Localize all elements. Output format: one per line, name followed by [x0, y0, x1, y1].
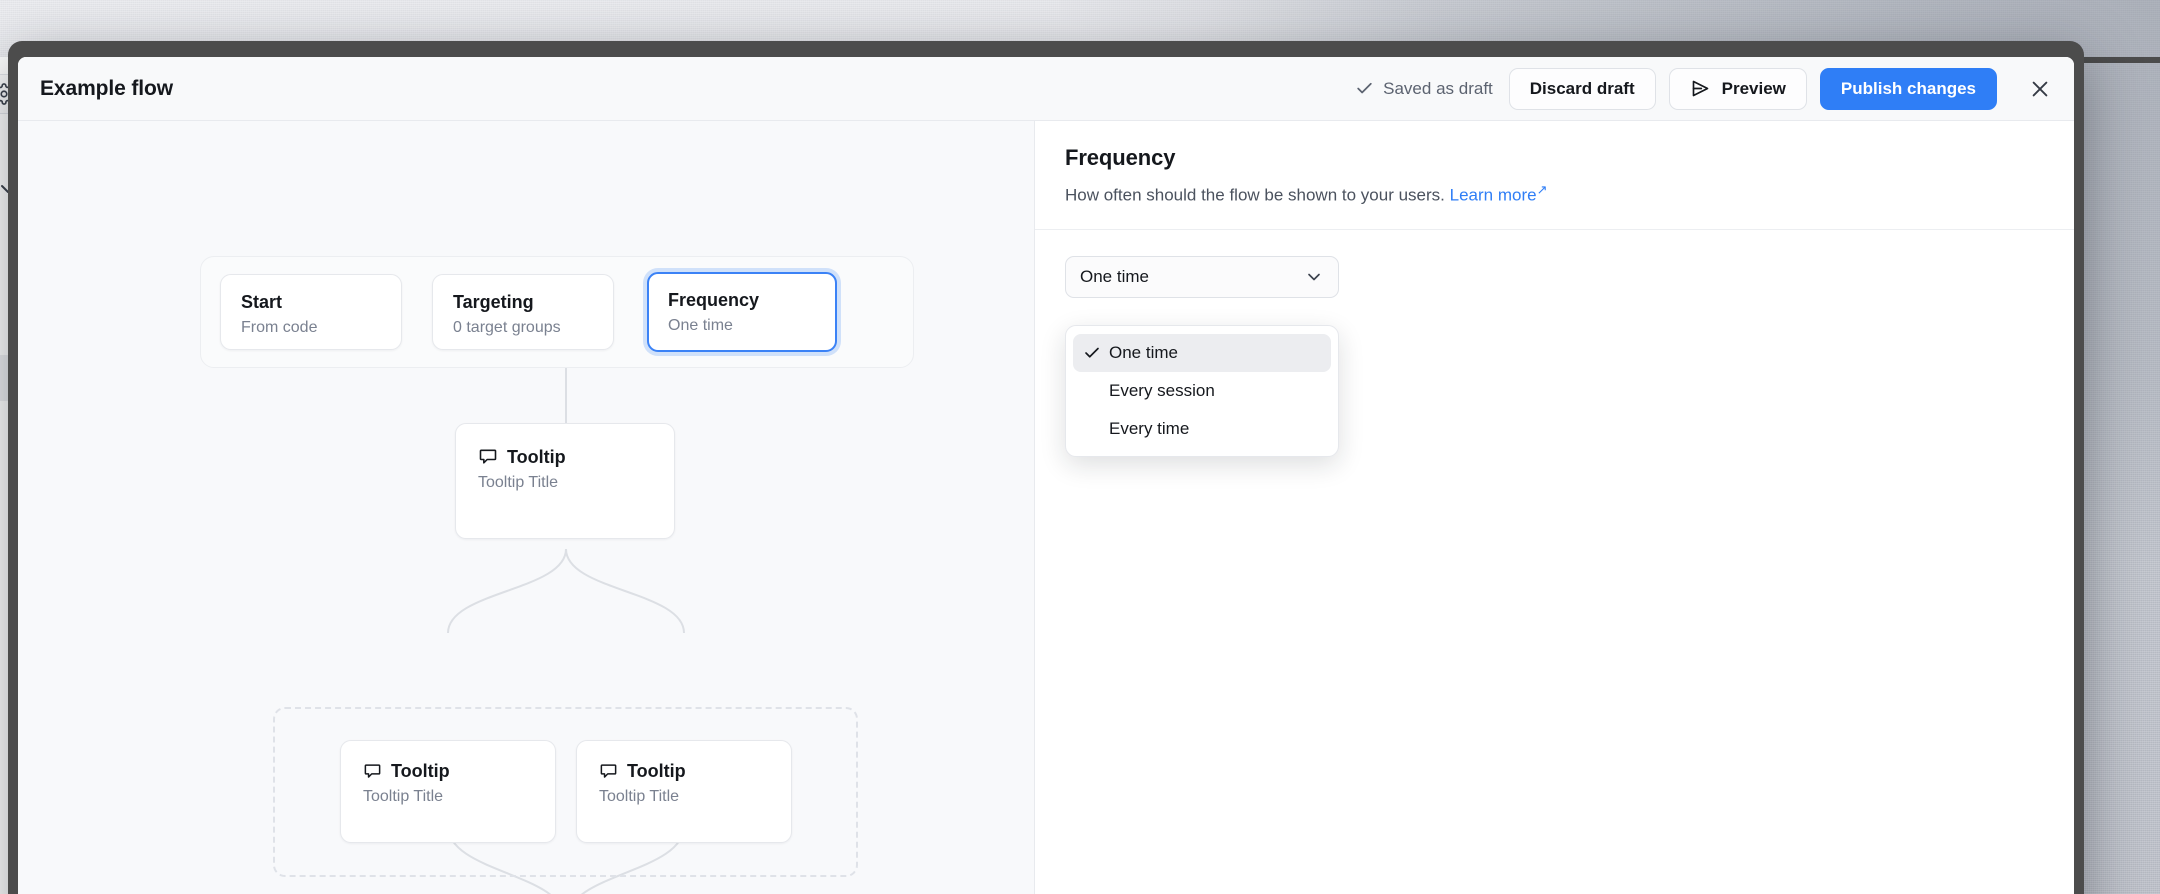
check-icon: [1083, 344, 1109, 362]
node-title-row: Tooltip: [599, 760, 769, 783]
modal-body: Start From code Targeting 0 target group…: [18, 121, 2074, 894]
node-subtitle: From code: [241, 318, 318, 336]
learn-more-link[interactable]: Learn more: [1450, 186, 1537, 205]
flow-editor-modal: Example flow Saved as draft Discard draf…: [18, 57, 2074, 894]
settings-panel-description: How often should the flow be shown to yo…: [1065, 181, 2044, 207]
description-text: How often should the flow be shown to yo…: [1065, 185, 1445, 205]
frequency-select[interactable]: One time: [1065, 256, 1339, 299]
dropdown-option-label: One time: [1109, 343, 1178, 363]
tooltip-icon: [363, 762, 382, 781]
saved-status: Saved as draft: [1355, 79, 1493, 99]
settings-panel-content: One time One time Every session Every ti…: [1035, 230, 2074, 458]
check-icon: [1355, 79, 1374, 98]
flow-node-tooltip-1[interactable]: Tooltip Tooltip Title: [455, 423, 675, 539]
node-subtitle: Tooltip Title: [599, 787, 680, 805]
publish-changes-label: Publish changes: [1840, 78, 1976, 98]
dropdown-option-one-time[interactable]: One time: [1073, 334, 1331, 373]
close-icon[interactable]: [2020, 69, 2060, 109]
flow-node-tooltip-3[interactable]: Tooltip Tooltip Title: [576, 740, 792, 843]
modal-header: Example flow Saved as draft Discard draf…: [18, 57, 2074, 121]
discard-draft-label: Discard draft: [1529, 78, 1635, 98]
discard-draft-button[interactable]: Discard draft: [1508, 67, 1656, 110]
node-subtitle: 0 target groups: [453, 318, 561, 336]
node-subtitle: One time: [668, 316, 733, 334]
play-send-icon: [1690, 78, 1711, 99]
node-title: Tooltip: [507, 447, 566, 467]
node-title: Tooltip: [627, 761, 686, 781]
flow-editor-window: Example flow Saved as draft Discard draf…: [8, 41, 2084, 894]
flow-node-targeting[interactable]: Targeting 0 target groups: [432, 274, 614, 350]
frequency-dropdown-menu[interactable]: One time Every session Every time: [1065, 325, 1339, 458]
frequency-select-value: One time: [1080, 267, 1149, 287]
dropdown-option-every-time[interactable]: Every time: [1073, 410, 1331, 448]
external-link-icon: ↗: [1536, 182, 1548, 197]
node-subtitle: Tooltip Title: [478, 473, 559, 491]
preview-label: Preview: [1721, 78, 1786, 98]
flow-node-start[interactable]: Start From code: [220, 274, 402, 350]
tooltip-icon: [478, 447, 498, 467]
saved-status-label: Saved as draft: [1383, 78, 1493, 98]
settings-panel: Frequency How often should the flow be s…: [1035, 121, 2074, 894]
node-title: Start: [241, 292, 283, 312]
settings-panel-title: Frequency: [1065, 145, 1176, 170]
dropdown-option-label: Every time: [1109, 419, 1190, 439]
desktop-background: Example flow Saved as draft Discard draf…: [0, 0, 2160, 894]
flow-node-tooltip-2[interactable]: Tooltip Tooltip Title: [340, 740, 556, 843]
flow-node-frequency[interactable]: Frequency One time: [647, 272, 837, 352]
tooltip-icon: [599, 762, 618, 781]
chevron-down-icon: [1304, 267, 1324, 287]
node-title: Targeting: [453, 292, 534, 312]
node-subtitle: Tooltip Title: [363, 787, 444, 805]
page-title: Example flow: [40, 76, 174, 100]
dropdown-option-label: Every session: [1109, 381, 1215, 401]
node-title: Frequency: [668, 290, 760, 310]
node-title-row: Tooltip: [478, 446, 652, 469]
publish-changes-button[interactable]: Publish changes: [1819, 67, 1997, 110]
header-actions: Saved as draft Discard draft Preview Pub…: [1355, 67, 2060, 110]
preview-button[interactable]: Preview: [1668, 67, 1807, 110]
flow-canvas[interactable]: Start From code Targeting 0 target group…: [18, 121, 1035, 894]
node-title-row: Tooltip: [363, 760, 533, 783]
node-title: Tooltip: [391, 761, 450, 781]
settings-panel-header: Frequency How often should the flow be s…: [1035, 121, 2074, 231]
dropdown-option-every-session[interactable]: Every session: [1073, 372, 1331, 410]
